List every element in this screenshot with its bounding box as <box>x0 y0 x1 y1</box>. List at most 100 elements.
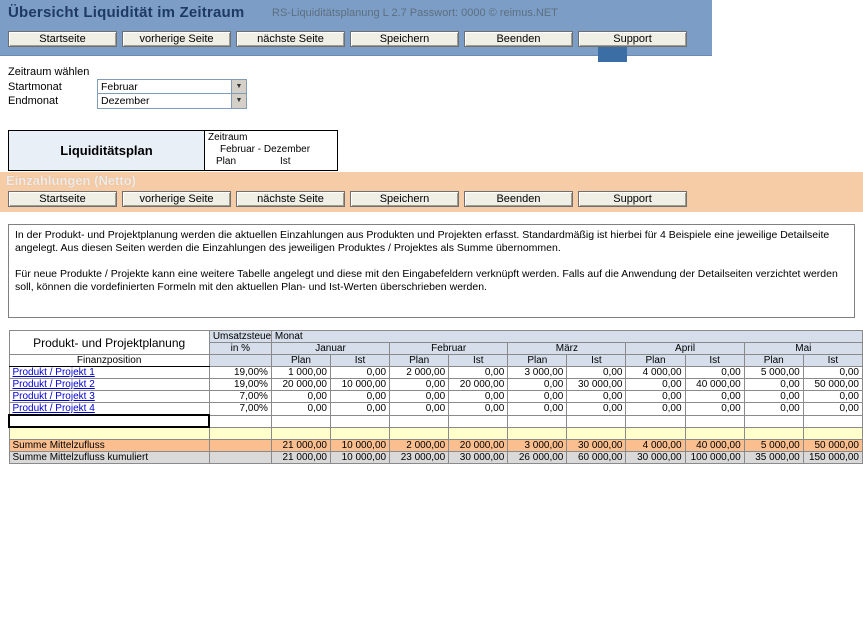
empty-cell[interactable] <box>567 415 626 427</box>
value-cell[interactable]: 0,00 <box>803 391 862 403</box>
liquiditaetsplan-title: Liquiditätsplan <box>9 131 205 170</box>
plan-column-header: Plan <box>744 355 803 367</box>
value-cell[interactable]: 0,00 <box>567 367 626 379</box>
value-cell[interactable]: 10 000,00 <box>331 379 390 391</box>
value-cell[interactable]: 0,00 <box>331 403 390 416</box>
project-link[interactable]: Produkt / Projekt 1 <box>9 367 209 379</box>
month-header-mai: Mai <box>744 343 862 355</box>
empty-cell[interactable] <box>567 427 626 439</box>
value-cell[interactable]: 0,00 <box>803 367 862 379</box>
naechste-seite-button[interactable]: nächste Seite <box>236 191 345 207</box>
value-cell[interactable]: 0,00 <box>744 403 803 416</box>
chevron-down-icon[interactable]: ▼ <box>231 80 246 94</box>
cum-value-cell: 26 000,00 <box>508 451 567 463</box>
naechste-seite-button[interactable]: nächste Seite <box>236 31 345 47</box>
value-cell[interactable]: 3 000,00 <box>508 367 567 379</box>
value-cell[interactable]: 0,00 <box>567 391 626 403</box>
value-cell[interactable]: 0,00 <box>567 403 626 416</box>
project-link[interactable]: Produkt / Projekt 4 <box>9 403 209 416</box>
empty-cell[interactable] <box>803 427 862 439</box>
vat-cell[interactable]: 19,00% <box>209 379 271 391</box>
zeitraum-summary: Zeitraum Februar - Dezember Plan Ist <box>205 131 337 170</box>
empty-cell[interactable] <box>331 427 390 439</box>
value-cell[interactable]: 0,00 <box>685 367 744 379</box>
value-cell[interactable]: 4 000,00 <box>626 367 685 379</box>
value-cell[interactable]: 0,00 <box>271 403 330 416</box>
value-cell[interactable]: 0,00 <box>626 391 685 403</box>
chevron-down-icon[interactable]: ▼ <box>231 94 246 108</box>
description-paragraph-2: Für neue Produkte / Projekte kann eine w… <box>15 268 848 294</box>
empty-cell[interactable] <box>271 415 330 427</box>
value-cell[interactable]: 0,00 <box>626 379 685 391</box>
startseite-button[interactable]: Startseite <box>8 191 117 207</box>
empty-cell[interactable] <box>744 415 803 427</box>
value-cell[interactable]: 0,00 <box>390 403 449 416</box>
value-cell[interactable]: 0,00 <box>449 391 508 403</box>
beenden-button[interactable]: Beenden <box>464 191 573 207</box>
empty-cell[interactable] <box>209 415 271 427</box>
value-cell[interactable]: 0,00 <box>744 391 803 403</box>
ist-column-header: Ist <box>803 355 862 367</box>
value-cell[interactable]: 0,00 <box>685 391 744 403</box>
empty-cell[interactable] <box>9 427 209 439</box>
value-cell[interactable]: 40 000,00 <box>685 379 744 391</box>
empty-cell[interactable] <box>744 427 803 439</box>
start-month-value: Februar <box>98 80 231 94</box>
value-cell[interactable]: 2 000,00 <box>390 367 449 379</box>
end-month-select[interactable]: Dezember ▼ <box>97 93 247 109</box>
value-cell[interactable]: 0,00 <box>508 379 567 391</box>
value-cell[interactable]: 0,00 <box>331 367 390 379</box>
sum-value-cell: 21 000,00 <box>271 439 330 451</box>
value-cell[interactable]: 0,00 <box>271 391 330 403</box>
value-cell[interactable]: 20 000,00 <box>271 379 330 391</box>
empty-cell[interactable] <box>685 427 744 439</box>
empty-cell[interactable] <box>508 415 567 427</box>
speichern-button[interactable]: Speichern <box>350 31 459 47</box>
empty-cell[interactable] <box>803 415 862 427</box>
speichern-button[interactable]: Speichern <box>350 191 459 207</box>
value-cell[interactable]: 20 000,00 <box>449 379 508 391</box>
sum-value-cell: 2 000,00 <box>390 439 449 451</box>
value-cell[interactable]: 0,00 <box>685 403 744 416</box>
vorherige-seite-button[interactable]: vorherige Seite <box>122 31 231 47</box>
support-button[interactable]: Support <box>578 191 687 207</box>
value-cell[interactable]: 0,00 <box>508 403 567 416</box>
value-cell[interactable]: 0,00 <box>390 391 449 403</box>
empty-cell[interactable] <box>390 415 449 427</box>
empty-cell[interactable] <box>626 415 685 427</box>
empty-cell[interactable] <box>390 427 449 439</box>
value-cell[interactable]: 0,00 <box>449 403 508 416</box>
value-cell[interactable]: 0,00 <box>508 391 567 403</box>
value-cell[interactable]: 0,00 <box>803 403 862 416</box>
empty-cell[interactable] <box>685 415 744 427</box>
value-cell[interactable]: 5 000,00 <box>744 367 803 379</box>
value-cell[interactable]: 50 000,00 <box>803 379 862 391</box>
value-cell[interactable]: 0,00 <box>331 391 390 403</box>
empty-cell[interactable] <box>626 427 685 439</box>
empty-cell[interactable] <box>271 427 330 439</box>
empty-cell[interactable] <box>209 427 271 439</box>
vat-header-line1: Umsatzsteuer <box>209 331 271 343</box>
description-paragraph-1: In der Produkt- und Projektplanung werde… <box>15 229 848 255</box>
value-cell[interactable]: 0,00 <box>626 403 685 416</box>
value-cell[interactable]: 1 000,00 <box>271 367 330 379</box>
active-cell[interactable] <box>9 415 209 427</box>
vat-cell[interactable]: 7,00% <box>209 391 271 403</box>
plan-column-header: Plan <box>626 355 685 367</box>
value-cell[interactable]: 30 000,00 <box>567 379 626 391</box>
project-link[interactable]: Produkt / Projekt 3 <box>9 391 209 403</box>
empty-cell[interactable] <box>449 427 508 439</box>
value-cell[interactable]: 0,00 <box>449 367 508 379</box>
project-link[interactable]: Produkt / Projekt 2 <box>9 379 209 391</box>
value-cell[interactable]: 0,00 <box>744 379 803 391</box>
beenden-button[interactable]: Beenden <box>464 31 573 47</box>
value-cell[interactable]: 0,00 <box>390 379 449 391</box>
support-button[interactable]: Support <box>578 31 687 47</box>
empty-cell[interactable] <box>331 415 390 427</box>
empty-cell[interactable] <box>508 427 567 439</box>
startseite-button[interactable]: Startseite <box>8 31 117 47</box>
vat-cell[interactable]: 19,00% <box>209 367 271 379</box>
vorherige-seite-button[interactable]: vorherige Seite <box>122 191 231 207</box>
empty-cell[interactable] <box>449 415 508 427</box>
vat-cell[interactable]: 7,00% <box>209 403 271 416</box>
